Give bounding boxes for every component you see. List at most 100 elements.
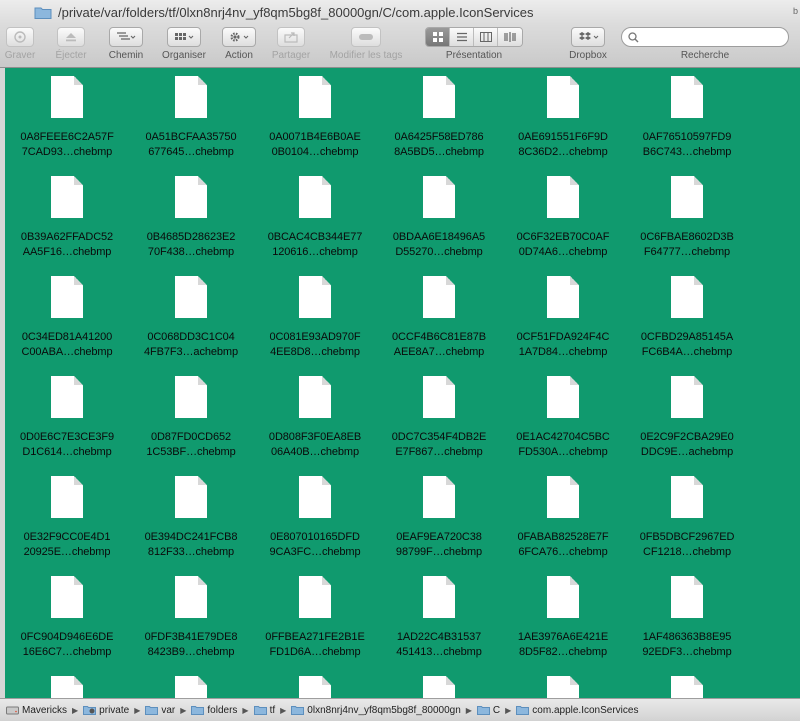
- file-name-line-1: 0CCF4B6C81E87B: [392, 331, 486, 343]
- file-name-line-1: 0D808F3F0EA8EB: [268, 431, 362, 443]
- document-icon: [423, 376, 455, 418]
- document-icon: [423, 576, 455, 618]
- eject-tool[interactable]: Éjecter: [47, 27, 95, 61]
- file-name-line-1: 0DC7C354F4DB2E: [391, 431, 487, 443]
- document-icon: [299, 676, 331, 698]
- document-icon: [423, 676, 455, 698]
- path-crumb[interactable]: Mavericks: [6, 705, 67, 716]
- file-name: 0EAF9EA720C38 98799F…chebmp: [377, 530, 501, 560]
- path-crumb[interactable]: private: [83, 705, 129, 716]
- action-button[interactable]: [222, 27, 256, 47]
- file-name: 0C068DD3C1C04 4FB7F3…achebmp: [129, 330, 253, 360]
- dropbox-tool[interactable]: Dropbox: [566, 27, 610, 61]
- path-crumb[interactable]: C: [476, 705, 500, 716]
- cover-flow-icon[interactable]: [498, 28, 522, 46]
- file-name-line-1: 0E394DC241FCB8: [144, 531, 238, 543]
- search-field[interactable]: [621, 27, 789, 47]
- search-tool: Recherche: [620, 27, 790, 61]
- file-name: 0D87FD0CD652 1C53BF…chebmp: [129, 430, 253, 460]
- file-name-line-2: DDC9E…achebmp: [640, 446, 734, 458]
- tag-icon: [359, 34, 373, 40]
- path-crumb[interactable]: folders: [191, 705, 237, 716]
- file-name-line-1: 0A6425F58ED786: [394, 131, 484, 143]
- column-view-icon[interactable]: [474, 28, 498, 46]
- arrange-tool[interactable]: Organiser: [156, 27, 212, 61]
- file-icon-view[interactable]: 0A8FEEE6C2A57F 7CAD93…chebmp 0A51BCFAA3575…: [5, 68, 800, 698]
- file-name: 0FB5DBCF2967ED CF1218…chebmp: [625, 530, 749, 560]
- file-name-line-2: AEE8A7…chebmp: [393, 346, 485, 358]
- document-icon: [299, 76, 331, 118]
- path-separator-icon: ▶: [465, 705, 472, 715]
- view-mode-segmented-control[interactable]: [425, 27, 523, 47]
- burn-button[interactable]: [6, 27, 34, 47]
- document-icon: [547, 676, 579, 698]
- list-view-icon[interactable]: [450, 28, 474, 46]
- file-name: 0D808F3F0EA8EB 06A40B…chebmp: [253, 430, 377, 460]
- disk-icon: [6, 705, 19, 715]
- file-name-line-2: 4EE8D8…chebmp: [270, 346, 360, 358]
- burn-tool[interactable]: Graver: [5, 27, 35, 61]
- file-name-line-2: FD1D6A…chebmp: [269, 646, 361, 658]
- file-name-line-1: 0FB5DBCF2967ED: [639, 531, 735, 543]
- action-tool[interactable]: Action: [220, 27, 258, 61]
- file-name-line-2: 06A40B…chebmp: [271, 446, 359, 458]
- document-icon: [671, 676, 703, 698]
- file-name-line-2: B6C743…chebmp: [642, 146, 732, 158]
- folder-icon: [191, 705, 205, 715]
- action-label: Action: [225, 50, 253, 61]
- toolbar: Graver Éjecter Chemin Organiser Action P…: [0, 24, 800, 68]
- document-icon: [299, 276, 331, 318]
- file-name: 0A8FEEE6C2A57F 7CAD93…chebmp: [5, 130, 129, 160]
- file-name: 0CF51FDA924F4C 1A7D84…chebmp: [501, 330, 625, 360]
- file-name-line-1: 1AF486363B8E95: [642, 631, 732, 643]
- document-icon: [51, 176, 83, 218]
- edit-tags-button[interactable]: [351, 27, 381, 47]
- path-crumb-label: private: [99, 704, 130, 716]
- file-name-line-1: 0AE691551F6F9D: [518, 131, 608, 143]
- gear-icon: [230, 32, 249, 42]
- file-name: 0B4685D28623E2 70F438…chebmp: [129, 230, 253, 260]
- file-name-line-1: 0E807010165DFD: [270, 531, 360, 543]
- edit-tags-tool[interactable]: Modifier les tags: [322, 27, 410, 61]
- path-separator-icon: ▶: [134, 705, 141, 715]
- file-name: 0B39A62FFADC52 AA5F16…chebmp: [5, 230, 129, 260]
- path-crumb[interactable]: 0lxn8nrj4nv_yf8qm5bg8f_80000gn: [291, 705, 461, 716]
- search-input[interactable]: [643, 31, 773, 43]
- file-name: 0FFBEA271FE2B1E FD1D6A…chebmp: [253, 630, 377, 660]
- file-name-line-1: 0EAF9EA720C38: [396, 531, 482, 543]
- path-crumb[interactable]: tf: [253, 705, 275, 716]
- window-title: /private/var/folders/tf/0lxn8nrj4nv_yf8q…: [58, 4, 534, 20]
- file-name: 0A51BCFAA35750 677645…chebmp: [129, 130, 253, 160]
- dropbox-icon: [579, 32, 599, 40]
- file-name: 0E32F9CC0E4D1 20925E…chebmp: [5, 530, 129, 560]
- dropbox-button[interactable]: [571, 27, 605, 47]
- file-name-line-2: 98799F…chebmp: [395, 546, 483, 558]
- file-name-line-2: 0B0104…chebmp: [271, 146, 359, 158]
- path-crumb[interactable]: com.apple.IconServices: [516, 705, 638, 716]
- document-icon: [51, 576, 83, 618]
- file-name-line-1: 1AE3976A6E421E: [517, 631, 609, 643]
- file-name-line-1: 0C6FBAE8602D3B: [640, 231, 734, 243]
- file-name: 0D0E6C7E3CE3F9 D1C614…chebmp: [5, 430, 129, 460]
- share-icon: [284, 32, 298, 43]
- file-name: 0FDF3B41E79DE8 8423B9…chebmp: [129, 630, 253, 660]
- window-titlebar[interactable]: /private/var/folders/tf/0lxn8nrj4nv_yf8q…: [0, 0, 800, 24]
- icon-view-icon[interactable]: [426, 28, 450, 46]
- path-separator-icon: ▶: [180, 705, 187, 715]
- path-tool[interactable]: Chemin: [104, 27, 148, 61]
- file-name-line-2: 8423B9…chebmp: [147, 646, 235, 658]
- path-button[interactable]: [109, 27, 143, 47]
- share-button[interactable]: [277, 27, 305, 47]
- path-crumb[interactable]: var: [145, 705, 175, 716]
- search-icon: [628, 31, 639, 42]
- file-name: 0E394DC241FCB8 812F33…chebmp: [129, 530, 253, 560]
- document-icon: [175, 276, 207, 318]
- file-name-line-1: 0A8FEEE6C2A57F: [20, 131, 114, 143]
- file-name-line-2: 0D74A6…chebmp: [518, 246, 608, 258]
- arrange-button[interactable]: [167, 27, 201, 47]
- eject-button[interactable]: [57, 27, 85, 47]
- file-name-line-1: 0FABAB82528E7F: [517, 531, 609, 543]
- share-tool[interactable]: Partager: [268, 27, 314, 61]
- file-name-line-2: 8A5BD5…chebmp: [394, 146, 484, 158]
- document-icon: [547, 376, 579, 418]
